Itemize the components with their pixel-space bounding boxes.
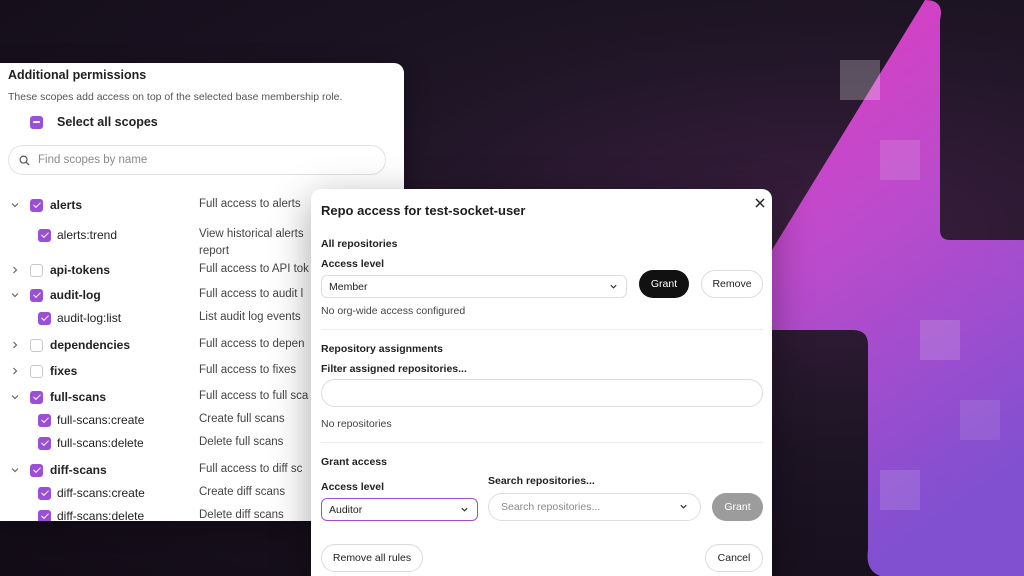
grant-access-level-select[interactable]: Auditor [321,498,478,521]
scope-name: diff-scans:create [57,486,145,500]
chevron-right-icon[interactable] [10,340,20,350]
access-level-select[interactable]: Member [321,275,627,298]
scope-description: Full access to alerts [199,198,301,210]
permissions-title: Additional permissions [8,68,147,82]
scope-description: Create diff scans [199,486,286,498]
scope-description: Full access to depen [199,338,305,350]
scope-name: api-tokens [50,263,111,277]
dialog-title: Repo access for test-socket-user [321,203,526,218]
grant-button[interactable]: Grant [639,270,689,298]
scope-checkbox[interactable] [38,510,51,521]
grant-access-level-label: Access level [321,481,385,493]
close-icon[interactable] [754,197,766,209]
grant-access-level-value: Auditor [329,503,363,516]
chevron-down-icon [680,504,687,509]
scope-description: View historical alerts [199,228,304,240]
org-access-status: No org-wide access configured [321,305,466,317]
chevron-down-icon[interactable] [10,465,20,475]
scope-name: audit-log [50,288,101,302]
scope-checkbox[interactable] [30,391,43,404]
scope-name: alerts [50,198,83,212]
scope-search-input[interactable]: Find scopes by name [8,145,386,175]
filter-assigned-label: Filter assigned repositories... [321,363,467,375]
scope-description: Full access to full sca [199,390,309,402]
filter-assigned-input[interactable] [321,379,763,407]
scope-name: audit-log:list [57,311,122,325]
scope-name: diff-scans:delete [57,509,145,521]
select-all-label: Select all scopes [57,115,158,129]
chevron-right-icon[interactable] [10,366,20,376]
search-repositories-select[interactable]: Search repositories... [488,493,701,521]
divider [321,329,763,330]
search-repositories-label: Search repositories... [488,475,595,487]
scope-name: diff-scans [50,463,107,477]
divider [321,442,763,443]
scope-description: Full access to API tok [199,263,309,275]
access-level-label: Access level [321,258,385,270]
repo-access-dialog: Repo access for test-socket-user All rep… [311,189,772,576]
scope-description: Full access to diff sc [199,463,303,475]
remove-all-rules-button[interactable]: Remove all rules [321,544,423,572]
scope-description: Delete full scans [199,436,284,448]
scope-checkbox[interactable] [38,229,51,242]
scope-name: alerts:trend [57,228,118,242]
scope-checkbox[interactable] [30,199,43,212]
scope-name: full-scans:create [57,413,145,427]
scope-description-cont: report [199,245,230,257]
scope-checkbox[interactable] [30,464,43,477]
chevron-down-icon[interactable] [10,392,20,402]
scope-checkbox[interactable] [30,264,43,277]
chevron-down-icon[interactable] [10,290,20,300]
chevron-down-icon [461,507,468,512]
scope-description: Full access to audit l [199,288,304,300]
scope-checkbox[interactable] [38,414,51,427]
remove-button[interactable]: Remove [701,270,763,298]
scope-name: full-scans:delete [57,436,144,450]
scope-checkbox[interactable] [38,487,51,500]
scope-description: Full access to fixes [199,364,297,376]
select-all-scopes[interactable]: Select all scopes [30,115,158,129]
permissions-subtitle: These scopes add access on top of the se… [8,91,343,103]
search-repositories-placeholder: Search repositories... [501,501,601,513]
grant-access-heading: Grant access [321,456,387,468]
chevron-down-icon[interactable] [10,200,20,210]
repository-assignments-heading: Repository assignments [321,343,443,355]
scope-checkbox[interactable] [38,312,51,325]
chevron-right-icon[interactable] [10,265,20,275]
scope-checkbox[interactable] [30,339,43,352]
scope-name: fixes [50,364,78,378]
grant-access-button[interactable]: Grant [712,493,763,521]
cancel-button[interactable]: Cancel [705,544,763,572]
no-repositories-text: No repositories [321,418,392,430]
scope-checkbox[interactable] [38,437,51,450]
scope-search-placeholder: Find scopes by name [38,154,148,166]
all-repositories-heading: All repositories [321,238,398,250]
scope-name: dependencies [50,338,131,352]
scope-description: List audit log events [199,311,301,323]
chevron-down-icon [610,284,617,289]
scope-name: full-scans [50,390,107,404]
scope-checkbox[interactable] [30,289,43,302]
scope-description: Create full scans [199,413,285,425]
search-icon [19,155,30,166]
select-all-checkbox[interactable] [30,115,43,129]
scope-description: Delete diff scans [199,509,284,521]
access-level-value: Member [329,280,368,293]
scope-checkbox[interactable] [30,365,43,378]
